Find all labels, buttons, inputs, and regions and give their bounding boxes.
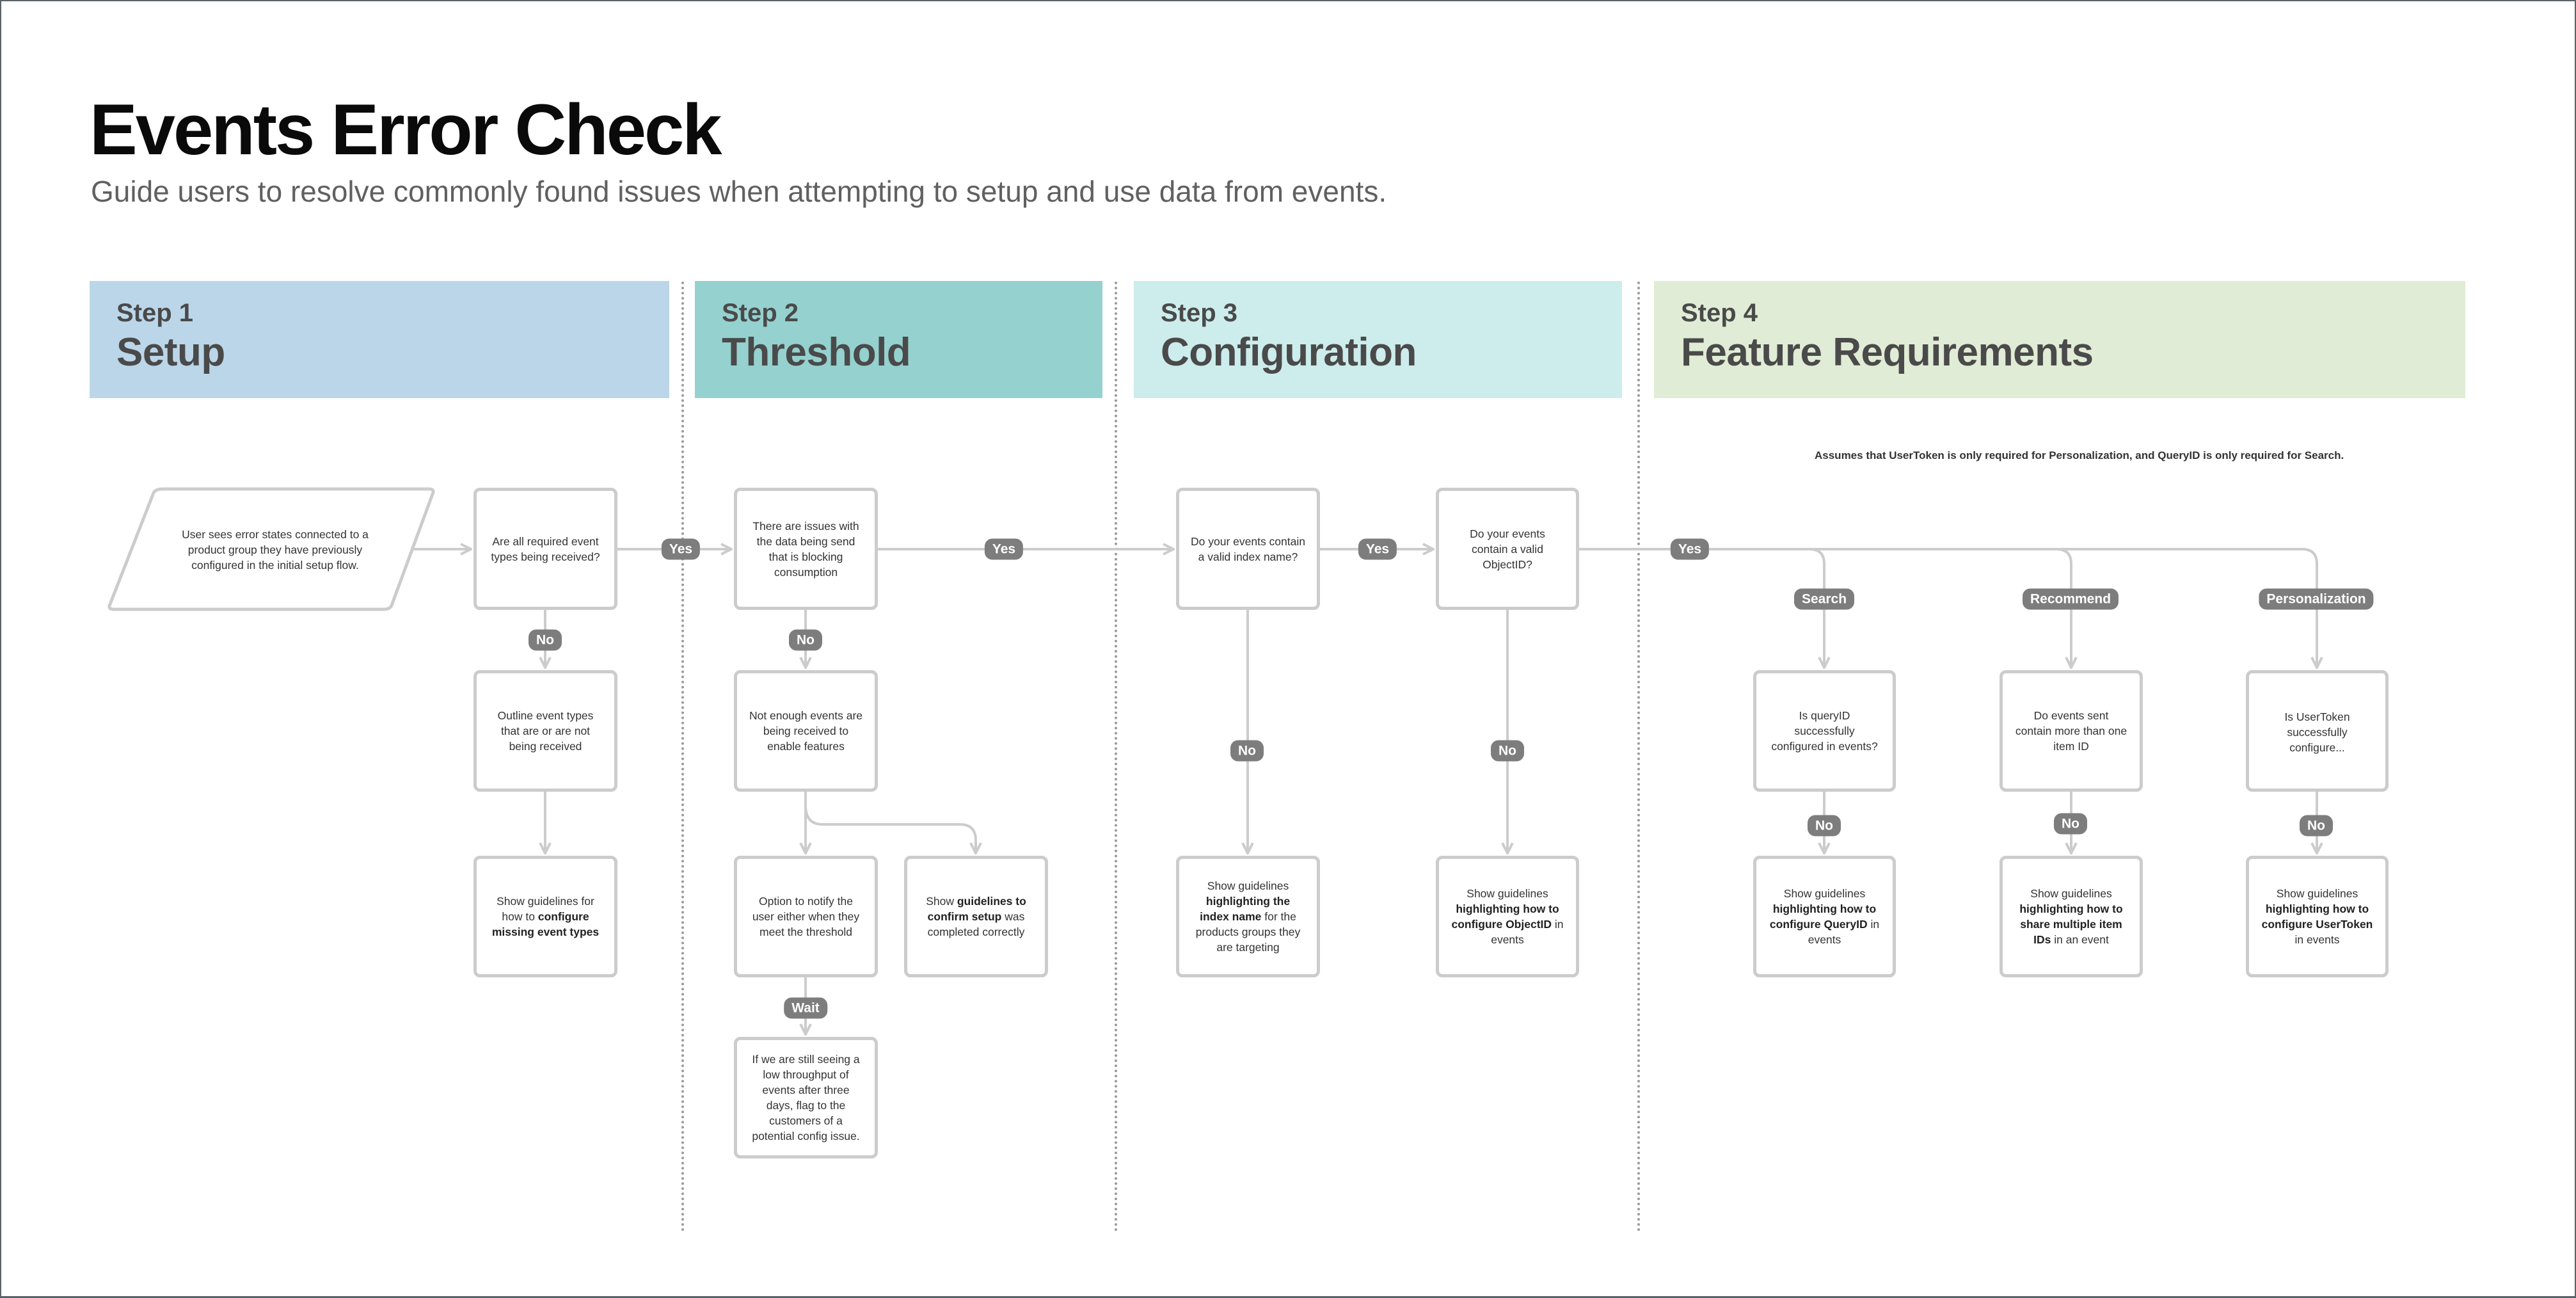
no-label: No: [529, 629, 562, 651]
guide-object-id-node: Show guidelines highlighting how to conf…: [1436, 856, 1579, 977]
question-user-token: Is UserToken successfully configure...: [2246, 670, 2389, 792]
node-text: Show guidelines highlighting how to conf…: [1451, 887, 1564, 946]
node-text: Show guidelines highlighting how to conf…: [1769, 887, 1880, 946]
recommend-branch-label: Recommend: [2022, 588, 2119, 610]
question-data-issues: There are issues with the data being sen…: [734, 488, 878, 610]
guide-missing-event-types-node: Show guidelines for how to configure mis…: [473, 856, 617, 977]
node-text: Show guidelines highlighting how to shar…: [2019, 887, 2123, 946]
yes-label: Yes: [661, 538, 701, 560]
start-node: User sees error states connected to a pr…: [182, 528, 369, 572]
node-text: Show guidelines highlighting how to conf…: [2261, 887, 2373, 946]
no-label: No: [789, 629, 822, 651]
node-text: Not enough events are being received to …: [749, 709, 863, 753]
node-text: Outline event types that are or are not …: [497, 709, 594, 753]
notify-option-node: Option to notify the user either when th…: [734, 856, 878, 977]
confirm-setup-node: Show guidelines to confirm setup was com…: [904, 856, 1048, 977]
node-text: Do your events contain a valid index nam…: [1191, 534, 1305, 563]
node-text: Show guidelines for how to configure mis…: [491, 895, 600, 938]
no-label: No: [1491, 740, 1524, 762]
question-required-event-types: Are all required event types being recei…: [473, 488, 617, 610]
wait-label: Wait: [784, 997, 827, 1019]
node-text: Do your events contain a valid ObjectID?: [1470, 527, 1545, 571]
node-text: Is UserToken successfully configure...: [2284, 710, 2350, 754]
no-label: No: [1230, 740, 1264, 762]
no-label: No: [2054, 813, 2087, 835]
node-text: Option to notify the user either when th…: [752, 895, 860, 938]
yes-label: Yes: [984, 538, 1024, 560]
search-branch-label: Search: [1793, 588, 1855, 610]
node-text: Are all required event types being recei…: [491, 534, 600, 563]
node-text: Is queryID successfully configured in ev…: [1771, 709, 1878, 753]
no-label: No: [2300, 815, 2333, 837]
low-throughput-flag-node: If we are still seeing a low throughput …: [734, 1037, 878, 1158]
node-text: Show guidelines highlighting the index n…: [1195, 879, 1301, 954]
question-multiple-item-ids: Do events sent contain more than one ite…: [2000, 670, 2143, 792]
question-index-name: Do your events contain a valid index nam…: [1176, 488, 1320, 610]
node-text: If we are still seeing a low throughput …: [752, 1053, 860, 1142]
node-text: Do events sent contain more than one ite…: [2015, 709, 2127, 753]
no-label: No: [1808, 815, 1841, 837]
connector-notenough-to-confirm: [804, 805, 976, 853]
guide-index-name-node: Show guidelines highlighting the index n…: [1176, 856, 1320, 977]
yes-label: Yes: [1358, 538, 1397, 560]
yes-label: Yes: [1670, 538, 1710, 560]
guide-user-token-node: Show guidelines highlighting how to conf…: [2246, 856, 2389, 977]
guide-query-id-node: Show guidelines highlighting how to conf…: [1753, 856, 1896, 977]
guide-multiple-item-ids-node: Show guidelines highlighting how to shar…: [2000, 856, 2143, 977]
question-query-id: Is queryID successfully configured in ev…: [1753, 670, 1896, 792]
outline-event-types-node: Outline event types that are or are not …: [473, 670, 617, 792]
node-text: Show guidelines to confirm setup was com…: [926, 895, 1026, 938]
node-text: There are issues with the data being sen…: [752, 519, 859, 579]
personalization-branch-label: Personalization: [2259, 588, 2374, 610]
question-object-id: Do your events contain a valid ObjectID?: [1436, 488, 1579, 610]
not-enough-events-node: Not enough events are being received to …: [734, 670, 878, 792]
connector-layer: [107, 487, 2576, 1297]
